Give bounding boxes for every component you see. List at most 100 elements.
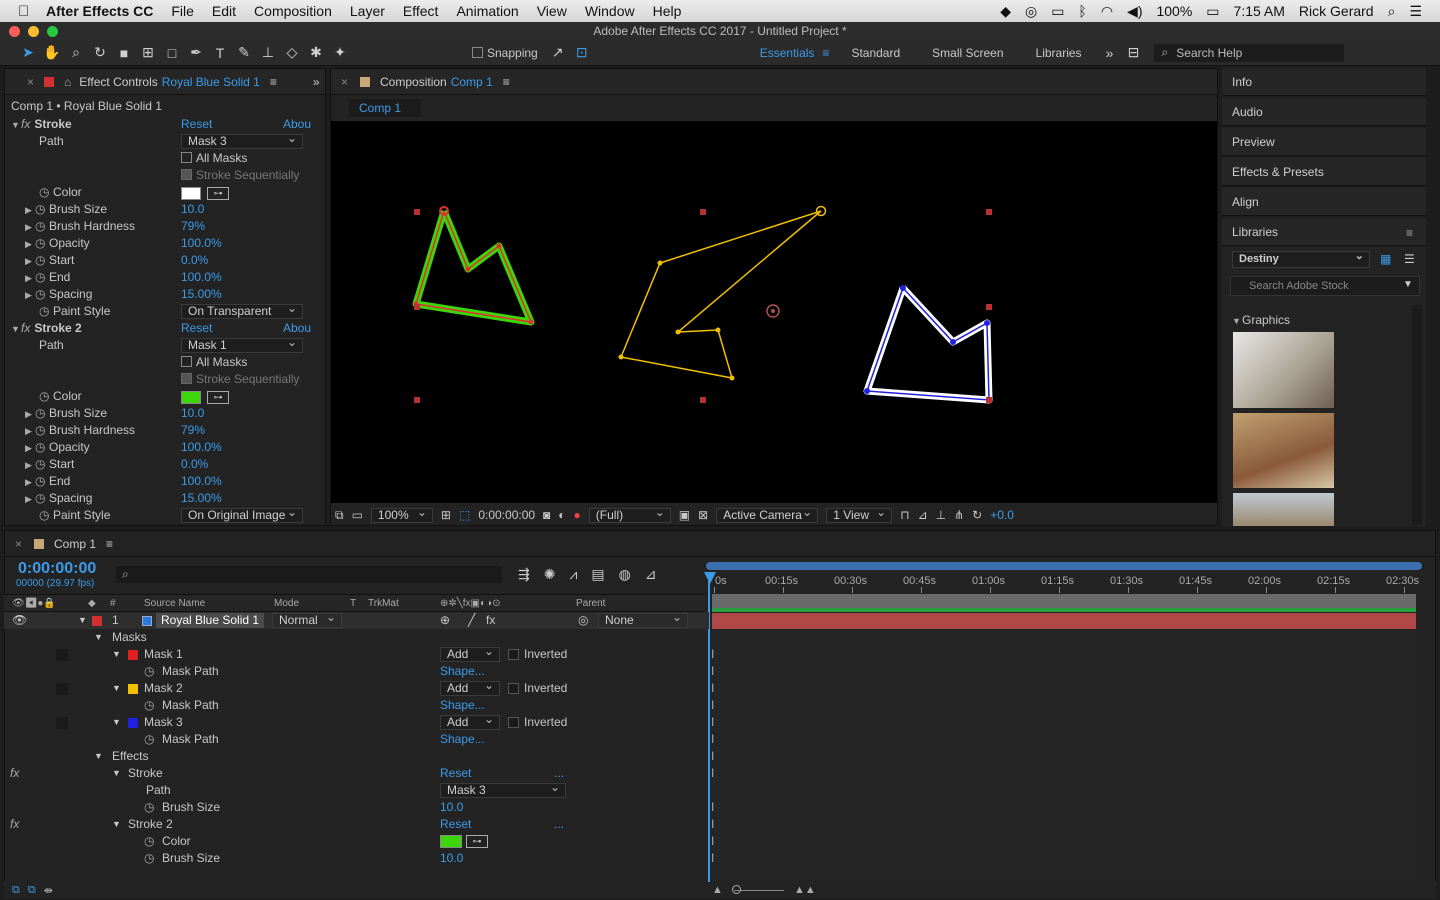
menu-help[interactable]: Help	[644, 3, 691, 19]
snap-options-icon[interactable]: ↗	[546, 43, 570, 63]
panel-menu-icon[interactable]: ≡	[503, 75, 510, 89]
panel-align[interactable]: Align	[1222, 188, 1426, 216]
grid-options-icon[interactable]: ⊞	[441, 508, 451, 522]
minimize-window-button[interactable]	[28, 26, 39, 37]
stopwatch-icon[interactable]: ◷	[35, 252, 49, 269]
stopwatch-icon[interactable]: ◷	[35, 490, 49, 507]
battery-icon[interactable]: ▭	[1206, 3, 1219, 20]
mask-mode-dropdown[interactable]: Add	[440, 679, 500, 696]
layer-mode-dropdown[interactable]: Normal	[272, 611, 342, 628]
mask-row[interactable]: ▼ Mask 3 Add Inverted	[4, 713, 709, 731]
effect-property-value[interactable]: 100.0%	[181, 473, 222, 490]
zoom-slider[interactable]	[734, 890, 784, 891]
effect-property-value[interactable]: 10.0	[181, 405, 204, 422]
zoom-tool-icon[interactable]: ⌕	[64, 43, 88, 63]
dropbox-icon[interactable]: ◆	[1000, 3, 1011, 20]
timeline-tab[interactable]: × Comp 1 ≡	[5, 531, 1435, 557]
effect-property-value[interactable]: 79%	[181, 422, 205, 439]
adobe-stock-search[interactable]: Search Adobe Stock	[1230, 276, 1420, 296]
layer-row[interactable]: 👁 ▼ 1 Royal Blue Solid 1 Normal ⊕ ╱ fx ◎…	[4, 611, 709, 629]
snap-grid-icon[interactable]: ⊡	[570, 43, 594, 63]
stroke2-paint-style-dropdown[interactable]: On Original Image	[181, 506, 303, 523]
wifi-icon[interactable]: ◠	[1101, 3, 1113, 20]
type-tool-icon[interactable]: T	[208, 43, 232, 63]
menu-animation[interactable]: Animation	[447, 3, 527, 19]
draft-3d-icon[interactable]: ✺	[544, 566, 556, 583]
expand-triangle-icon[interactable]: ▶	[25, 219, 35, 236]
effect-property-value[interactable]: 15.00%	[181, 490, 222, 507]
effect-options-link[interactable]: ...	[554, 816, 564, 833]
eyedropper-icon[interactable]: ⊶	[207, 391, 229, 404]
inverted-checkbox[interactable]	[508, 683, 519, 694]
mask-color-swatch[interactable]	[128, 684, 138, 694]
fx-icon[interactable]: fx	[10, 816, 19, 833]
stopwatch-icon[interactable]: ◷	[35, 201, 49, 218]
library-graphic-thumbnail[interactable]	[1233, 413, 1334, 488]
library-graphic-thumbnail[interactable]	[1233, 493, 1334, 526]
mask-1-path[interactable]	[412, 206, 535, 326]
inverted-checkbox[interactable]	[508, 649, 519, 660]
magnification-dropdown[interactable]: 100%	[370, 506, 433, 523]
menu-layer[interactable]: Layer	[341, 3, 394, 19]
list-view-icon[interactable]: ☰	[1404, 252, 1415, 266]
comp-mini-flowchart-icon[interactable]: ⇶	[518, 566, 530, 583]
panel-menu-icon[interactable]: ≡	[270, 75, 277, 89]
brush-size-value[interactable]: 10.0	[440, 850, 463, 867]
effect-property-value[interactable]: 100.0%	[181, 439, 222, 456]
zoom-window-button[interactable]	[47, 26, 58, 37]
graphics-section[interactable]: ▼Graphics	[1232, 313, 1290, 327]
eyedropper-icon[interactable]: ⊶	[207, 187, 229, 200]
stopwatch-icon[interactable]: ◷	[35, 269, 49, 286]
menu-edit[interactable]: Edit	[203, 3, 245, 19]
parent-header[interactable]: Parent	[576, 595, 605, 612]
effect-brush-size-row[interactable]: ◷ Brush Size 10.0	[4, 850, 709, 867]
close-tab-icon[interactable]: ×	[15, 537, 22, 551]
effect-stroke-header[interactable]: ▼fx Stroke	[11, 116, 323, 133]
camera-tool-icon[interactable]: ■	[112, 43, 136, 63]
fx-icon[interactable]: fx	[21, 117, 30, 131]
mask-lock-switch[interactable]	[56, 683, 68, 695]
stroke-seq-checkbox[interactable]	[181, 169, 192, 180]
effect-property-row[interactable]: ▶ ◷ End	[11, 473, 323, 490]
expand-triangle-icon[interactable]: ▶	[25, 423, 35, 440]
stopwatch-icon[interactable]: ◷	[144, 663, 158, 680]
effect-stroke2-header[interactable]: ▼fx Stroke 2	[11, 320, 323, 337]
always-preview-icon[interactable]: ⧉	[335, 508, 344, 523]
effect-property-row[interactable]: ▶ ◷ Spacing	[11, 490, 323, 507]
panel-libraries[interactable]: Libraries	[1222, 218, 1426, 246]
volume-icon[interactable]: ◀)	[1127, 3, 1142, 20]
zoom-slider-handle[interactable]	[732, 885, 741, 894]
stopwatch-icon[interactable]: ◷	[35, 422, 49, 439]
rotate-tool-icon[interactable]: ↻	[88, 43, 112, 63]
composition-viewer[interactable]	[331, 121, 1217, 503]
mask-path-row[interactable]: ◷ Mask Path Shape...	[4, 663, 709, 680]
eraser-tool-icon[interactable]: ◇	[280, 43, 304, 63]
channel-icon[interactable]: ●	[574, 508, 581, 522]
timeline-search-input[interactable]: ⌕	[116, 566, 502, 583]
eyedropper-icon[interactable]: ⊶	[466, 835, 488, 848]
zoom-out-icon[interactable]: ▲	[712, 884, 723, 896]
exposure-value[interactable]: +0.0	[990, 508, 1014, 522]
timeline-current-time[interactable]: 0:00:00:00	[18, 560, 96, 578]
display-icon[interactable]: ▭	[1051, 3, 1064, 20]
app-menu[interactable]: After Effects CC	[40, 3, 162, 19]
stopwatch-icon[interactable]: ◷	[39, 303, 53, 320]
comp-subtab[interactable]: Comp 1	[349, 99, 421, 117]
mask-color-swatch[interactable]	[128, 650, 138, 660]
masks-group-row[interactable]: ▼ Masks	[4, 629, 709, 646]
stopwatch-icon[interactable]: ◷	[35, 218, 49, 235]
effect-property-row[interactable]: ▶ ◷ Spacing	[11, 286, 323, 303]
stopwatch-icon[interactable]: ◷	[144, 731, 158, 748]
all-masks-checkbox[interactable]	[181, 152, 192, 163]
mode-header[interactable]: Mode	[274, 595, 299, 612]
expand-triangle-icon[interactable]: ▶	[25, 202, 35, 219]
effect-property-row[interactable]: ▶ ◷ Start	[11, 456, 323, 473]
effect-reset-link[interactable]: Reset	[440, 816, 471, 833]
library-graphic-thumbnail[interactable]	[1233, 332, 1334, 408]
rectangle-tool-icon[interactable]: □	[160, 43, 184, 63]
inverted-checkbox[interactable]	[508, 717, 519, 728]
mask-row[interactable]: ▼ Mask 1 Add Inverted	[4, 645, 709, 663]
expand-triangle-icon[interactable]: ▼	[94, 748, 103, 765]
work-area-bar[interactable]	[706, 562, 1422, 570]
selection-tool-icon[interactable]: ➤	[16, 43, 40, 63]
